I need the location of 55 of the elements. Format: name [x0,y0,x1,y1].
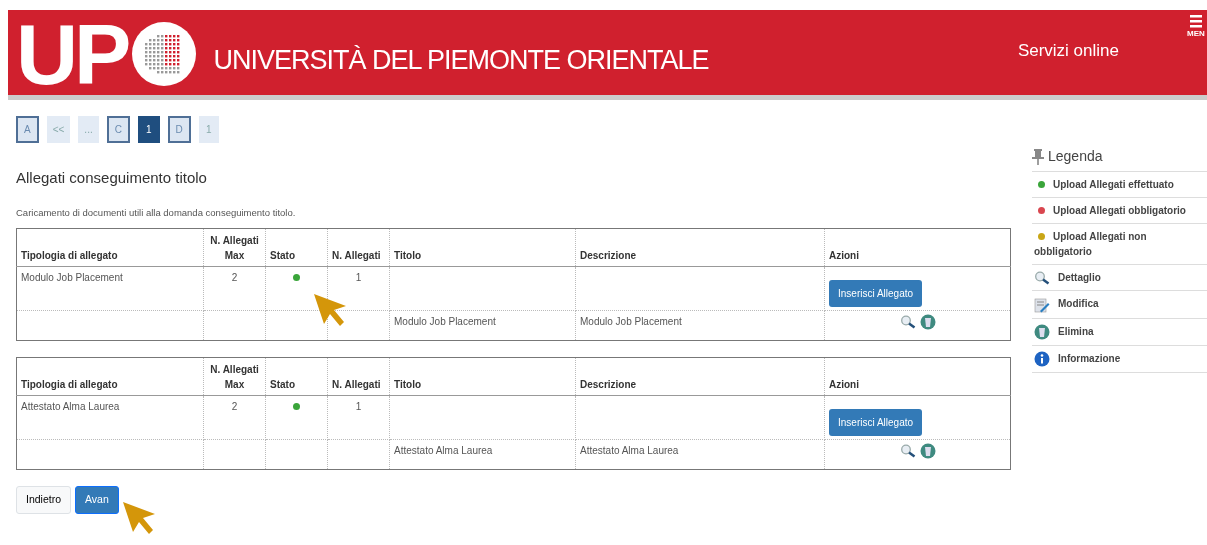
table-cell: Attestato Alma Laurea [16,395,204,440]
page-title: Allegati conseguimento titolo [16,168,208,188]
page-link[interactable]: 1 [137,116,160,143]
legend-label: Dettaglio [1058,272,1101,283]
info-icon [1034,351,1050,368]
menu-icon[interactable] [1190,14,1202,28]
logo-text: UP [16,14,128,94]
legend-title: Legenda [1048,147,1103,166]
delete-icon[interactable] [919,313,936,330]
legend-label: Upload Allegati non obbligatorio [1034,231,1147,257]
legend-label: Elimina [1058,325,1094,337]
search-icon [1034,271,1050,286]
table-cell: Modulo Job Placement [16,266,204,311]
column-header: Stato [265,357,328,396]
menu-label[interactable]: MEN [1187,28,1205,40]
column-header: N. Allegati [327,228,390,267]
column-header: N. Allegati Max [203,228,266,267]
next-button[interactable]: Avan [75,485,119,514]
delete-icon[interactable] [919,442,936,459]
university-name: UNIVERSITÀ DEL PIEMONTE ORIENTALE [213,44,709,77]
back-button[interactable]: Indietro [16,485,72,514]
insert-attachment-button[interactable]: Inserisci Allegato [829,279,923,307]
insert-attachment-button[interactable]: Inserisci Allegato [829,408,923,436]
page-link[interactable]: C [106,116,130,143]
page-link: << [46,116,71,143]
page-link: 1 [198,116,219,143]
table-cell: 1 [327,395,390,440]
table-cell: 2 [203,395,266,440]
delete-icon [1034,324,1050,341]
logo-circle-icon [131,21,198,87]
column-header: Tipologia di allegato [16,357,204,396]
column-header: Descrizione [575,357,825,396]
search-icon[interactable] [899,314,916,329]
legend-label: Upload Allegati effettuato [1053,179,1174,190]
legend-label: Upload Allegati obbligatorio [1053,205,1186,216]
column-header: Titolo [389,357,576,396]
column-header: Descrizione [575,228,825,267]
services-link[interactable]: Servizi online [1017,38,1119,64]
page-link[interactable]: D [167,116,191,143]
search-icon[interactable] [899,443,916,458]
column-header: Azioni [824,228,1011,267]
column-header: N. Allegati [327,357,390,396]
column-header: Azioni [824,357,1011,396]
column-header: Titolo [389,228,576,267]
column-header: N. Allegati Max [203,357,266,396]
page-link[interactable]: A [16,116,39,143]
column-header: Tipologia di allegato [16,228,204,267]
pin-icon [1032,148,1044,165]
edit-icon [1034,296,1050,313]
legend-label: Informazione [1058,353,1121,365]
table-cell: 2 [203,266,266,311]
column-header: Stato [265,228,328,267]
page-link: ... [78,116,99,143]
legend-label: Modifica [1058,298,1099,310]
page-description: Caricamento di documenti utili alla domanda conseguimento titolo. [16,205,297,220]
